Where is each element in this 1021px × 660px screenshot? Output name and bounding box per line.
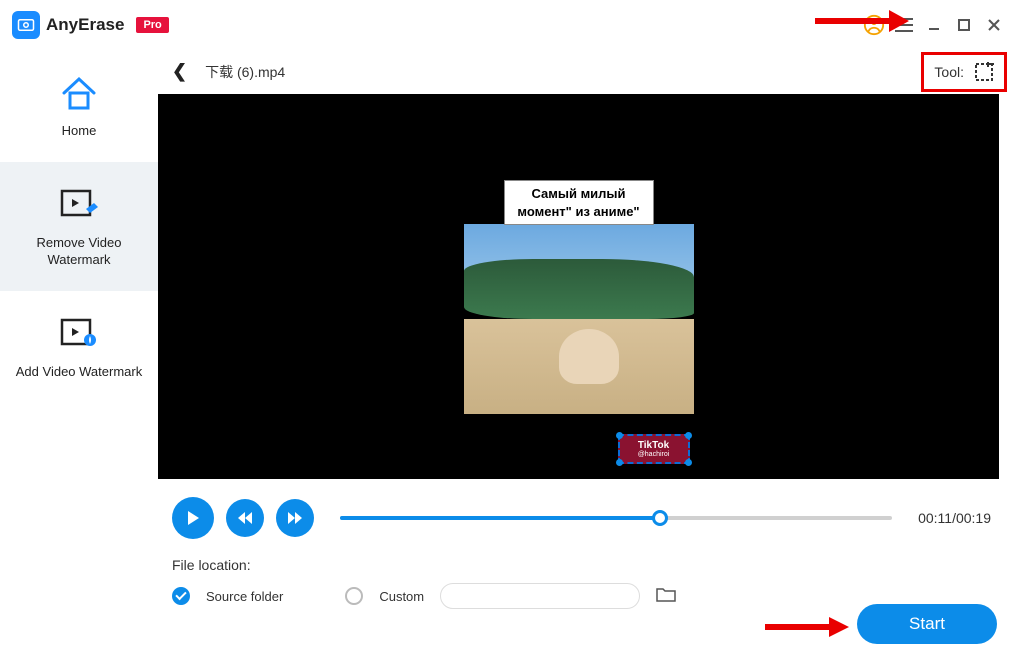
slider-fill: [340, 516, 660, 520]
radio-custom-label: Custom: [379, 589, 424, 604]
minimize-icon[interactable]: [919, 10, 949, 40]
radio-source-folder[interactable]: [172, 587, 190, 605]
main: Home Remove Video Watermark Add Video Wa…: [0, 50, 1021, 660]
back-button[interactable]: ❮: [172, 61, 187, 82]
add-watermark-icon: [56, 313, 102, 355]
pro-badge: Pro: [136, 17, 168, 33]
sidebar-item-label: Remove Video Watermark: [8, 234, 150, 269]
playback-controls: 00:11/00:19: [158, 479, 1011, 539]
sidebar-item-home[interactable]: Home: [0, 50, 158, 162]
selection-handle[interactable]: [616, 459, 623, 466]
logo-icon: [12, 11, 40, 39]
app-name: AnyErase: [46, 15, 124, 35]
maximize-icon[interactable]: [949, 10, 979, 40]
watermark-selection[interactable]: TikTok @hachiroi: [618, 434, 690, 464]
selection-handle[interactable]: [616, 432, 623, 439]
selection-tool-icon[interactable]: [974, 62, 994, 82]
video-subtitle: Самый милый момент" из аниме": [504, 180, 654, 225]
remove-watermark-icon: [56, 184, 102, 226]
tool-highlight-box: Tool:: [921, 52, 1007, 92]
titlebar: AnyErase Pro: [0, 0, 1021, 50]
radio-custom[interactable]: [345, 587, 363, 605]
sidebar-item-label: Home: [62, 122, 97, 140]
file-location-section: File location: Source folder Custom: [158, 539, 1011, 609]
forward-button[interactable]: [276, 499, 314, 537]
selection-handle[interactable]: [685, 432, 692, 439]
file-location-title: File location:: [172, 557, 997, 573]
menu-icon[interactable]: [889, 10, 919, 40]
video-preview[interactable]: Самый милый момент" из аниме" TikTok @ha…: [158, 94, 999, 479]
file-bar: ❮ 下载 (6).mp4 Tool:: [158, 50, 1011, 94]
time-display: 00:11/00:19: [918, 510, 991, 526]
radio-source-label: Source folder: [206, 589, 283, 604]
custom-path-input[interactable]: [440, 583, 640, 609]
sidebar-item-label: Add Video Watermark: [16, 363, 142, 381]
home-icon: [56, 72, 102, 114]
filename: 下载 (6).mp4: [205, 62, 285, 82]
content: ❮ 下载 (6).mp4 Tool: Самый милый момент" и…: [158, 50, 1021, 660]
slider-thumb[interactable]: [652, 510, 668, 526]
browse-folder-icon[interactable]: [656, 586, 676, 607]
tool-label: Tool:: [934, 64, 964, 80]
video-frame: Самый милый момент" из аниме" TikTok @ha…: [464, 94, 694, 479]
rewind-button[interactable]: [226, 499, 264, 537]
playback-slider[interactable]: [340, 516, 892, 520]
sidebar-item-add-watermark[interactable]: Add Video Watermark: [0, 291, 158, 403]
close-icon[interactable]: [979, 10, 1009, 40]
play-button[interactable]: [172, 497, 214, 539]
selection-handle[interactable]: [685, 459, 692, 466]
sidebar-item-remove-watermark[interactable]: Remove Video Watermark: [0, 162, 158, 291]
sidebar: Home Remove Video Watermark Add Video Wa…: [0, 50, 158, 660]
user-icon[interactable]: [859, 10, 889, 40]
app-logo: AnyErase Pro: [12, 11, 169, 39]
start-button[interactable]: Start: [857, 604, 997, 644]
